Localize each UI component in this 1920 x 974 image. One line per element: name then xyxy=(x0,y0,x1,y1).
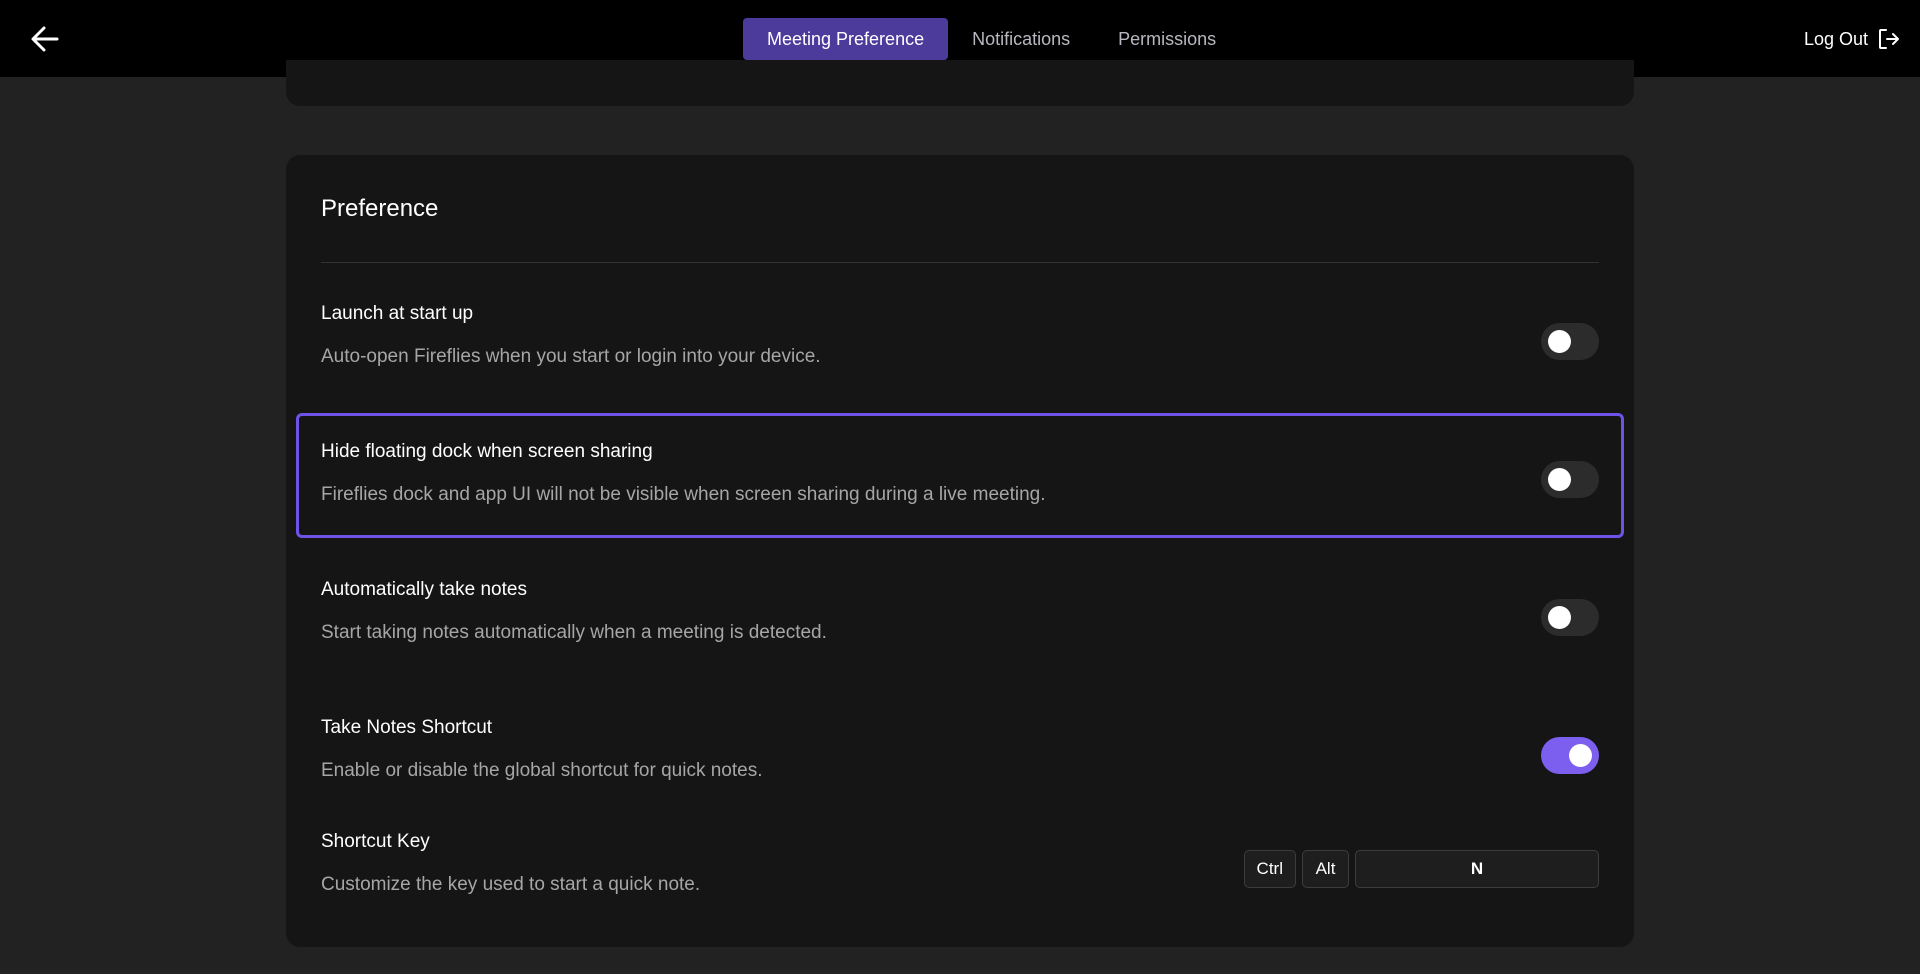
toggle-knob xyxy=(1569,744,1592,767)
hide-floating-dock-toggle[interactable] xyxy=(1541,461,1599,498)
setting-description: Start taking notes automatically when a … xyxy=(321,622,827,643)
setting-hide-floating-dock: Hide floating dock when screen sharing F… xyxy=(321,441,1599,506)
setting-description: Enable or disable the global shortcut fo… xyxy=(321,760,763,781)
setting-take-notes-shortcut: Take Notes Shortcut Enable or disable th… xyxy=(321,717,1599,782)
key-ctrl[interactable]: Ctrl xyxy=(1243,850,1296,888)
section-title: Preference xyxy=(321,195,439,222)
launch-at-startup-toggle[interactable] xyxy=(1541,323,1599,360)
tab-meeting-preference[interactable]: Meeting Preference xyxy=(743,18,949,60)
toggle-knob xyxy=(1548,330,1571,353)
preference-card: Preference Launch at start up Auto-open … xyxy=(286,155,1634,947)
setting-title: Automatically take notes xyxy=(321,579,527,600)
section-divider xyxy=(321,262,1599,263)
toggle-knob xyxy=(1548,606,1571,629)
settings-tabs: Meeting Preference Notifications Permiss… xyxy=(743,18,1240,60)
setting-description: Fireflies dock and app UI will not be vi… xyxy=(321,484,1046,505)
back-button[interactable] xyxy=(28,24,62,54)
logout-icon xyxy=(1879,29,1899,49)
tab-permissions[interactable]: Permissions xyxy=(1094,18,1240,60)
tab-notifications[interactable]: Notifications xyxy=(948,18,1094,60)
key-input-n[interactable]: N xyxy=(1355,850,1599,888)
auto-take-notes-toggle[interactable] xyxy=(1541,599,1599,636)
logout-button[interactable]: Log Out xyxy=(1804,24,1900,54)
setting-title: Take Notes Shortcut xyxy=(321,717,493,738)
setting-launch-at-startup: Launch at start up Auto-open Fireflies w… xyxy=(321,303,1599,368)
setting-auto-take-notes: Automatically take notes Start taking no… xyxy=(321,579,1599,644)
setting-title: Hide floating dock when screen sharing xyxy=(321,441,653,462)
key-alt[interactable]: Alt xyxy=(1302,850,1349,888)
take-notes-shortcut-toggle[interactable] xyxy=(1541,737,1599,774)
setting-description: Auto-open Fireflies when you start or lo… xyxy=(321,346,821,367)
shortcut-key-picker: Ctrl Alt N xyxy=(1243,850,1599,888)
setting-title: Launch at start up xyxy=(321,303,474,324)
arrow-left-icon xyxy=(31,26,59,52)
logout-label: Log Out xyxy=(1803,28,1868,49)
toggle-knob xyxy=(1548,468,1571,491)
previous-section-card xyxy=(286,60,1634,106)
